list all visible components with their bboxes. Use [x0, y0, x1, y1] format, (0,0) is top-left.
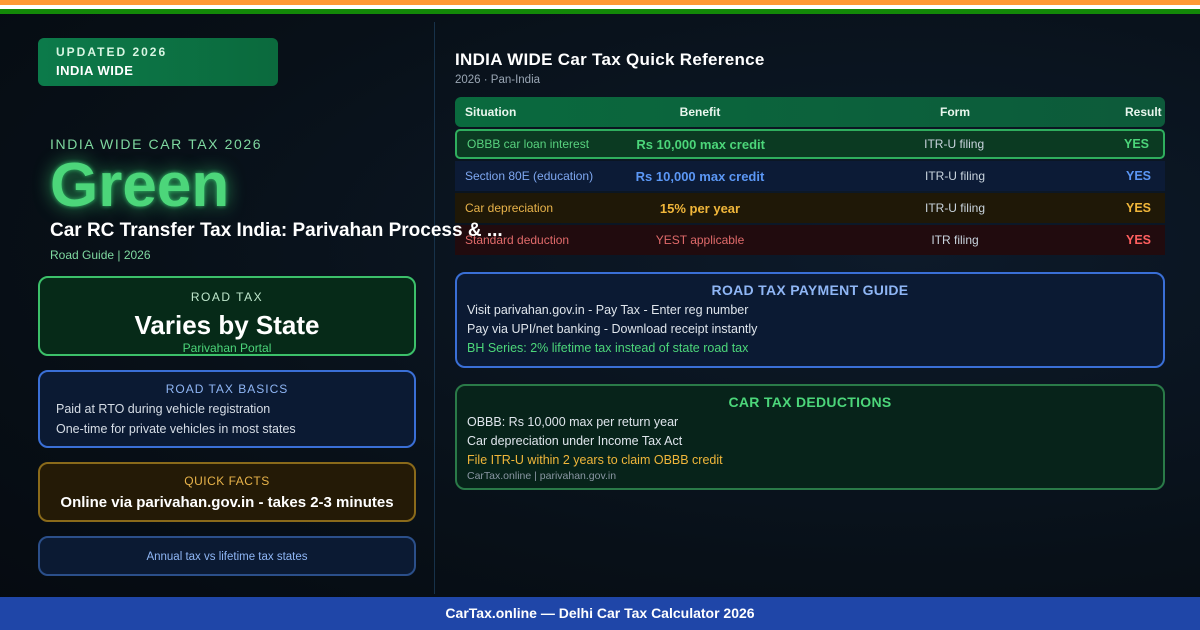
basics-line: One-time for private vehicles in most st…	[56, 422, 296, 436]
payment-guide-panel: ROAD TAX PAYMENT GUIDE Visit parivahan.g…	[455, 272, 1165, 368]
footer-text: CarTax.online — Delhi Car Tax Calculator…	[445, 605, 755, 621]
cell-form: ITR-U filing	[924, 169, 985, 183]
payment-guide-title: ROAD TAX PAYMENT GUIDE	[711, 282, 909, 298]
cell-result: YES	[1125, 169, 1151, 183]
cell-situation: OBBB car loan interest	[467, 137, 590, 151]
deductions-line: Car depreciation under Income Tax Act	[467, 434, 683, 448]
header-result: Result	[1125, 105, 1162, 119]
reference-subtitle: 2026 · Pan-India	[455, 74, 541, 86]
road-tax-card-value: Varies by State	[134, 310, 320, 340]
reference-table: Situation Benefit Form Result OBBB car l…	[455, 97, 1165, 255]
table-row: Car depreciation 15% per year ITR-U fili…	[455, 193, 1165, 223]
table-row: OBBB car loan interest Rs 10,000 max cre…	[455, 129, 1165, 159]
cell-benefit: Rs 10,000 max credit	[636, 136, 765, 152]
road-tax-card-title: ROAD TAX	[190, 290, 264, 304]
badge-line-region: INDIA WIDE	[56, 63, 134, 78]
annual-tax-card: Annual tax vs lifetime tax states	[38, 536, 416, 576]
cell-result: YES	[1123, 137, 1149, 151]
tricolor-stripe	[0, 0, 1200, 14]
badge-line-updated: UPDATED 2026	[56, 45, 168, 59]
payment-guide-line: Visit parivahan.gov.in - Pay Tax - Enter…	[467, 303, 749, 317]
deductions-title: CAR TAX DEDUCTIONS	[728, 394, 892, 410]
cell-result: YES	[1125, 201, 1151, 215]
cell-situation: Section 80E (education)	[465, 169, 594, 183]
deductions-panel: CAR TAX DEDUCTIONS OBBB: Rs 10,000 max p…	[455, 384, 1165, 490]
cell-benefit: YEST applicable	[655, 233, 745, 247]
basics-line: Paid at RTO during vehicle registration	[56, 402, 271, 416]
green-stripe	[0, 9, 1200, 14]
cell-form: ITR-U filing	[924, 137, 985, 151]
header-situation: Situation	[465, 105, 517, 119]
cell-benefit: 15% per year	[659, 200, 741, 216]
hero-subline: Road Guide | 2026	[50, 248, 151, 262]
deductions-line: OBBB: Rs 10,000 max per return year	[467, 415, 679, 429]
reference-title: INDIA WIDE Car Tax Quick Reference	[455, 50, 765, 69]
table-row: Standard deduction YEST applicable ITR f…	[455, 225, 1165, 255]
footer-bar: CarTax.online — Delhi Car Tax Calculator…	[0, 597, 1200, 630]
cell-benefit: Rs 10,000 max credit	[635, 168, 765, 184]
basics-card-title: ROAD TAX BASICS	[165, 382, 289, 396]
quick-facts-card: QUICK FACTS Online via parivahan.gov.in …	[38, 462, 416, 522]
deductions-line: File ITR-U within 2 years to claim OBBB …	[467, 453, 723, 467]
facts-card-value: Online via parivahan.gov.in - takes 2-3 …	[60, 494, 394, 511]
cell-form: ITR-U filing	[924, 201, 985, 215]
cell-form: ITR filing	[931, 233, 979, 247]
updated-badge: UPDATED 2026 INDIA WIDE	[38, 38, 278, 86]
payment-guide-line: BH Series: 2% lifetime tax instead of st…	[467, 341, 749, 355]
hero-big-word: Green	[50, 151, 230, 220]
deductions-source: CarTax.online | parivahan.gov.in	[467, 470, 617, 482]
cell-result: YES	[1125, 233, 1151, 247]
annual-card-text: Annual tax vs lifetime tax states	[146, 551, 308, 563]
facts-card-title: QUICK FACTS	[184, 474, 270, 488]
road-tax-basics-card: ROAD TAX BASICS Paid at RTO during vehic…	[38, 370, 416, 448]
table-header: Situation Benefit Form Result	[455, 97, 1165, 127]
header-benefit: Benefit	[679, 105, 721, 119]
header-form: Form	[940, 105, 970, 119]
page-headline: Car RC Transfer Tax India: Parivahan Pro…	[50, 220, 503, 241]
table-row: Section 80E (education) Rs 10,000 max cr…	[455, 161, 1165, 191]
road-tax-card: ROAD TAX Varies by State Parivahan Porta…	[38, 276, 416, 356]
column-divider	[434, 22, 435, 594]
road-tax-card-portal: Parivahan Portal	[182, 341, 272, 355]
cell-situation: Car depreciation	[465, 201, 554, 215]
payment-guide-line: Pay via UPI/net banking - Download recei…	[467, 322, 758, 336]
